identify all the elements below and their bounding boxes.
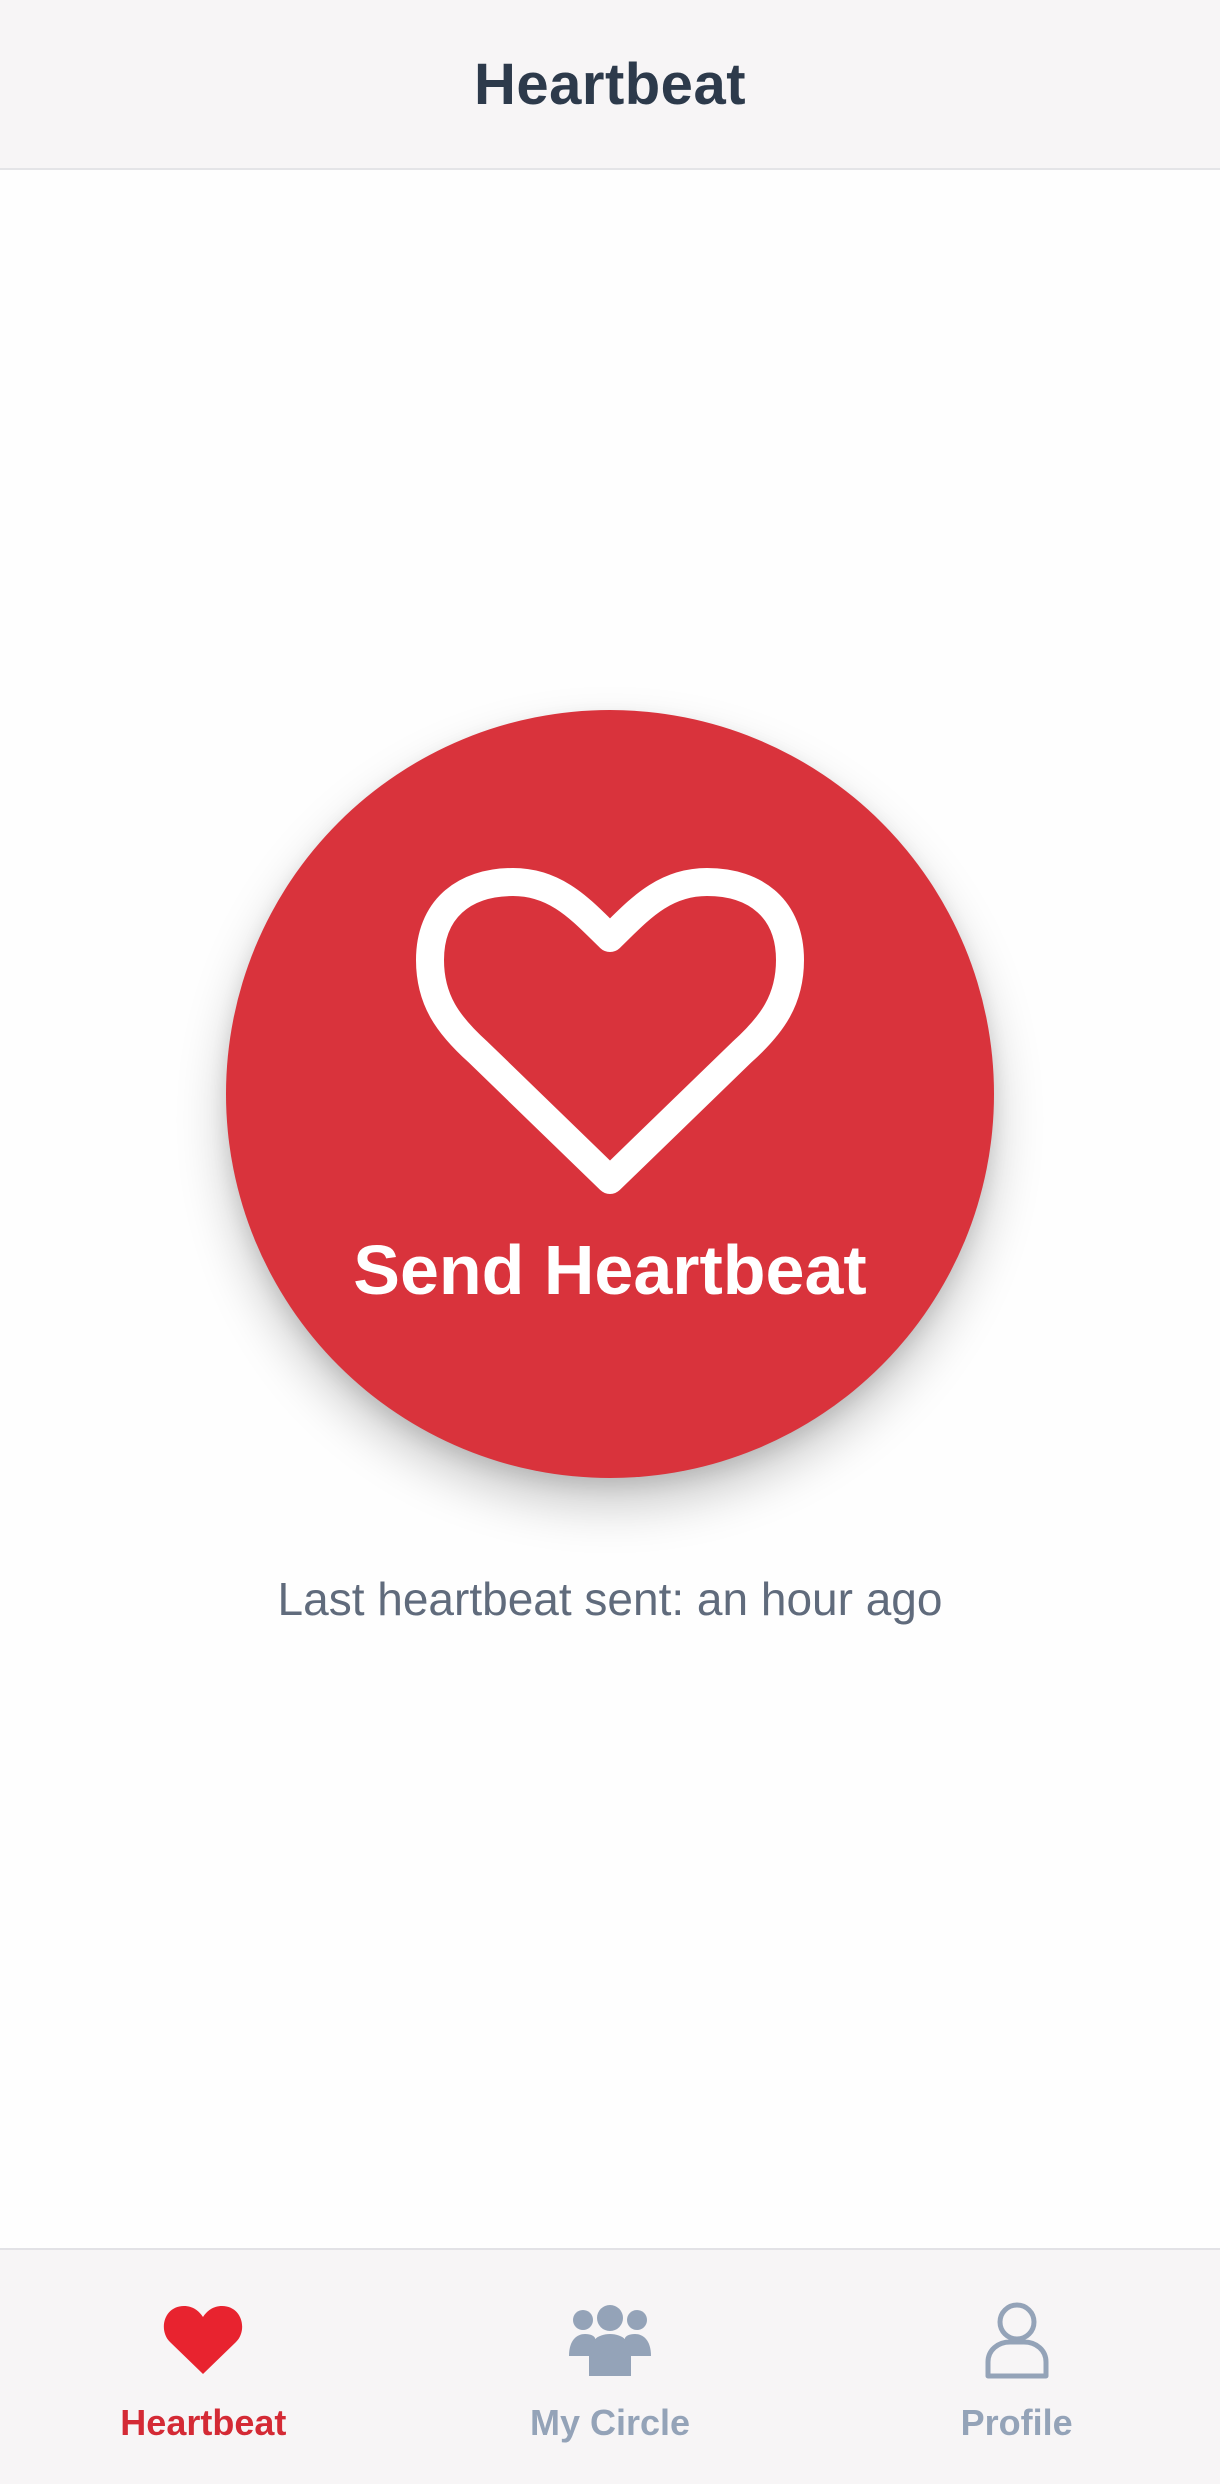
app-header: Heartbeat <box>0 0 1220 170</box>
heart-outline-icon <box>416 868 804 1194</box>
bottom-tab-bar: Heartbeat My Circle Profile <box>0 2248 1220 2484</box>
page-title: Heartbeat <box>473 51 747 117</box>
send-heartbeat-label: Send Heartbeat <box>353 1231 867 1309</box>
heart-icon <box>164 2306 243 2374</box>
tab-label-heartbeat: Heartbeat <box>120 2402 287 2443</box>
tab-label-my-circle: My Circle <box>529 2402 691 2443</box>
app-screen: Heartbeat Send Heartbeat Last heartbeat … <box>0 0 1220 2484</box>
tab-label-profile: Profile <box>960 2402 1073 2443</box>
tab-heartbeat[interactable]: Heartbeat <box>0 2250 407 2484</box>
group-icon <box>569 2305 651 2376</box>
tab-profile[interactable]: Profile <box>813 2250 1220 2484</box>
send-heartbeat-button[interactable]: Send Heartbeat <box>226 710 994 1478</box>
tab-my-circle[interactable]: My Circle <box>407 2250 814 2484</box>
last-heartbeat-status: Last heartbeat sent: an hour ago <box>277 1573 943 1625</box>
person-icon <box>985 2302 1049 2379</box>
main-content: Send Heartbeat Last heartbeat sent: an h… <box>0 170 1220 2248</box>
